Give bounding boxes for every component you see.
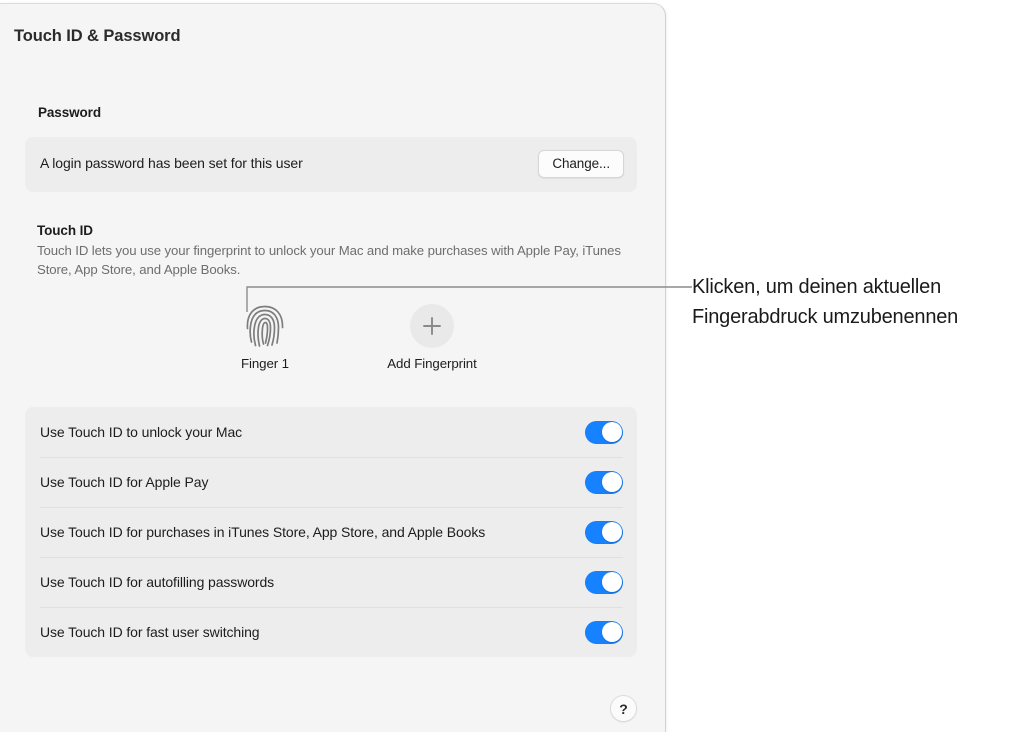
add-fingerprint-label: Add Fingerprint xyxy=(387,356,477,371)
toggle-purchases[interactable] xyxy=(585,520,623,544)
option-row-fast-user-switching[interactable]: Use Touch ID for fast user switching xyxy=(25,607,637,657)
password-status-text: A login password has been set for this u… xyxy=(40,155,303,171)
toggle-unlock-mac[interactable] xyxy=(585,420,623,444)
fingerprint-icon-wrap xyxy=(205,302,325,350)
option-row-apple-pay[interactable]: Use Touch ID for Apple Pay xyxy=(25,457,637,507)
option-label: Use Touch ID for purchases in iTunes Sto… xyxy=(40,523,486,540)
callout-text: Klicken, um deinen aktuellen Fingerabdru… xyxy=(692,276,959,328)
touch-id-description: Touch ID lets you use your fingerprint t… xyxy=(37,243,621,277)
settings-window: Touch ID & Password Password A login pas… xyxy=(0,3,666,732)
option-row-autofill-passwords[interactable]: Use Touch ID for autofilling passwords xyxy=(25,557,637,607)
toggle-autofill-passwords[interactable] xyxy=(585,570,623,594)
fingerprint-icon xyxy=(246,305,284,347)
toggle-knob xyxy=(601,522,622,542)
touch-id-options-list: Use Touch ID to unlock your Mac Use Touc… xyxy=(25,407,637,657)
password-section-header: Password xyxy=(38,105,101,120)
fingerprint-row: Finger 1 Add Fingerprint xyxy=(205,302,525,377)
fingerprint-item-finger-1[interactable]: Finger 1 xyxy=(205,302,325,371)
toggle-knob xyxy=(601,472,622,492)
option-label: Use Touch ID for autofilling passwords xyxy=(40,573,275,590)
change-password-button[interactable]: Change... xyxy=(538,150,624,178)
option-label: Use Touch ID for Apple Pay xyxy=(40,473,209,490)
fingerprint-label: Finger 1 xyxy=(241,356,289,371)
toggle-knob xyxy=(601,422,622,442)
option-row-unlock-mac[interactable]: Use Touch ID to unlock your Mac xyxy=(25,407,637,457)
option-row-purchases[interactable]: Use Touch ID for purchases in iTunes Sto… xyxy=(25,507,637,557)
toggle-knob xyxy=(601,572,622,592)
page-title: Touch ID & Password xyxy=(14,27,181,45)
toggle-apple-pay[interactable] xyxy=(585,470,623,494)
option-label: Use Touch ID to unlock your Mac xyxy=(40,423,243,440)
option-label: Use Touch ID for fast user switching xyxy=(40,623,260,640)
plus-icon xyxy=(423,317,441,335)
add-fingerprint-circle-wrap xyxy=(372,302,492,350)
toggle-fast-user-switching[interactable] xyxy=(585,620,623,644)
touch-id-section-header: Touch ID xyxy=(37,223,93,238)
help-button[interactable]: ? xyxy=(610,695,637,722)
add-fingerprint-button[interactable]: Add Fingerprint xyxy=(372,302,492,371)
toggle-knob xyxy=(601,622,622,642)
add-fingerprint-circle[interactable] xyxy=(410,304,454,348)
password-card: A login password has been set for this u… xyxy=(25,137,637,192)
